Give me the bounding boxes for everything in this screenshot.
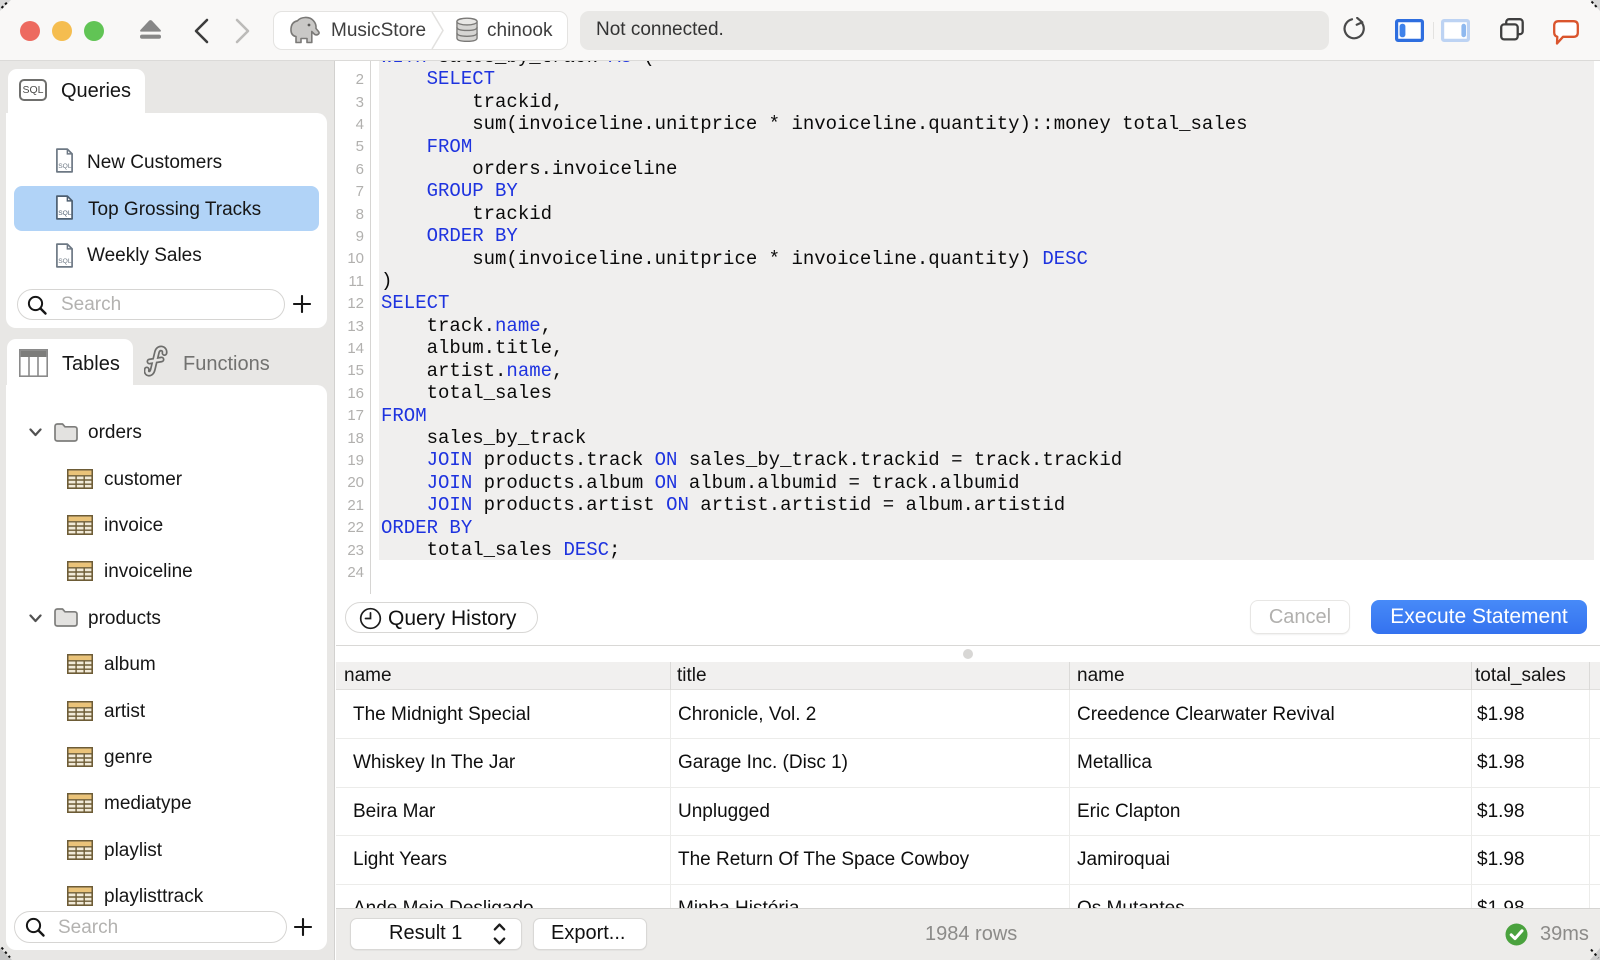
svg-text:SQL: SQL [58,210,72,217]
svg-text:SQL: SQL [58,258,72,265]
svg-text:SQL: SQL [58,163,72,170]
